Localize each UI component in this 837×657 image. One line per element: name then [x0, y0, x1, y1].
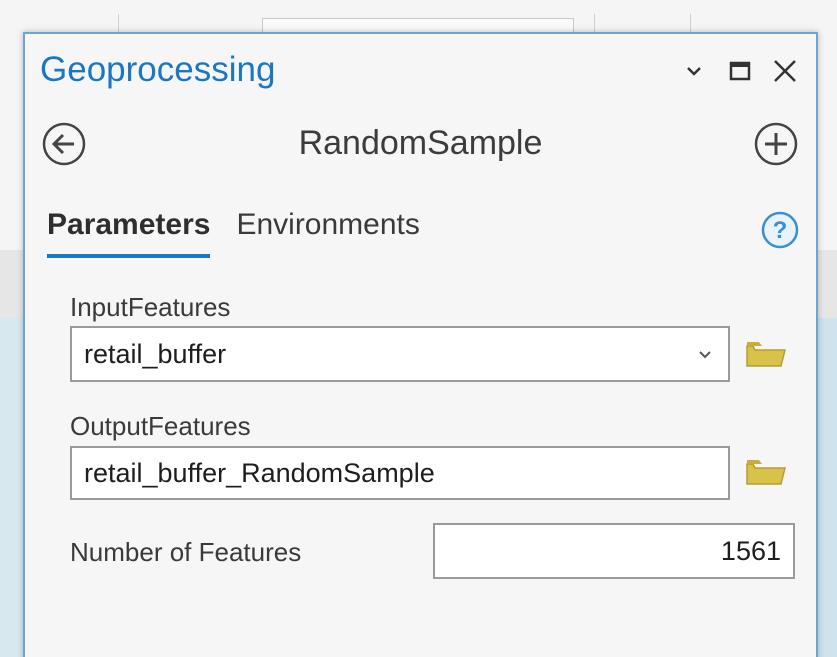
geoprocessing-pane: Geoprocessing RandomSample Parameters En… [23, 32, 818, 657]
help-button[interactable]: ? [759, 209, 801, 251]
input-features-dropdown[interactable]: retail_buffer [70, 326, 730, 382]
close-button[interactable] [768, 54, 802, 88]
close-icon [774, 60, 796, 82]
maximize-button[interactable] [723, 54, 757, 88]
pane-title: Geoprocessing [40, 50, 276, 89]
number-of-features-label: Number of Features [70, 537, 302, 567]
add-button[interactable] [752, 120, 800, 168]
maximize-icon [729, 61, 751, 81]
input-features-value: retail_buffer [84, 338, 227, 369]
chevron-down-icon [687, 67, 701, 76]
pane-tabs: Parameters Environments [47, 206, 420, 258]
number-of-features-field[interactable]: 1561 [433, 523, 795, 579]
dropdown-icon [694, 343, 716, 365]
tool-name: RandomSample [298, 124, 543, 162]
number-of-features-value: 1561 [720, 535, 781, 566]
svg-text:?: ? [773, 217, 788, 244]
folder-icon [746, 342, 786, 367]
output-features-label: OutputFeatures [70, 411, 251, 441]
app-background: Geoprocessing RandomSample Parameters En… [0, 0, 837, 657]
folder-icon [746, 460, 786, 485]
add-icon [754, 122, 798, 166]
pane-options-button[interactable] [677, 54, 711, 88]
help-icon: ? [761, 211, 799, 249]
output-browse-button[interactable] [743, 452, 789, 492]
tab-environments[interactable]: Environments [236, 206, 419, 258]
tab-parameters[interactable]: Parameters [47, 206, 211, 258]
input-browse-button[interactable] [743, 334, 789, 374]
map-view-edge [815, 318, 837, 657]
input-features-label: InputFeatures [70, 292, 231, 322]
output-features-field[interactable]: retail_buffer_RandomSample [70, 446, 730, 500]
output-features-value: retail_buffer_RandomSample [84, 457, 435, 488]
